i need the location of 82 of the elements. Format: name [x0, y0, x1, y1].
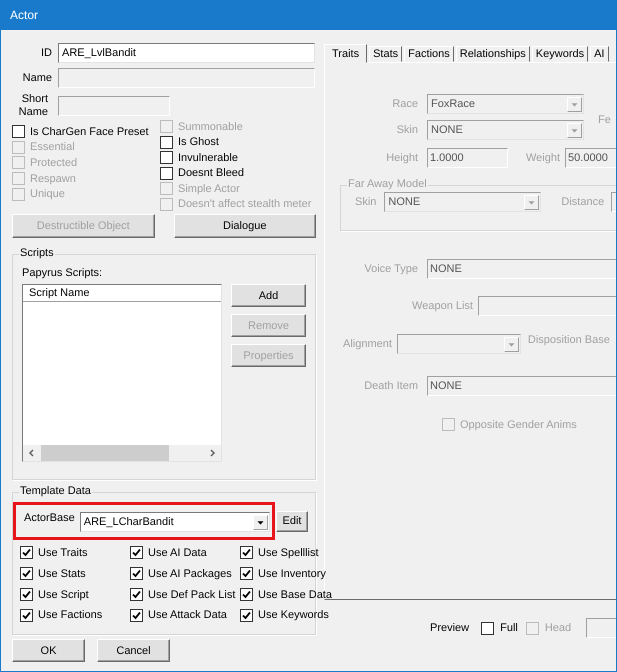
- field-label: Disposition Base: [528, 334, 610, 346]
- checkbox-label: Essential: [30, 141, 75, 154]
- checkbox-label: Invulnerable: [178, 152, 238, 164]
- group-title: Template Data: [19, 485, 92, 497]
- checkbox[interactable]: [240, 588, 253, 602]
- field-label: Voice Type: [363, 263, 418, 275]
- actor-base-dropdown[interactable]: ARE_LCharBandit: [80, 512, 270, 532]
- checkbox-label: Use Stats: [38, 568, 86, 580]
- checkbox[interactable]: [240, 567, 253, 580]
- checkbox-label: Use Traits: [38, 546, 88, 559]
- id-label: ID: [40, 47, 53, 59]
- dialog-button[interactable]: Cancel: [97, 639, 170, 662]
- tab[interactable]: Relationships: [456, 46, 530, 62]
- checkbox-label: Opposite Gender Anims: [460, 418, 577, 431]
- field-label: Distance: [561, 196, 604, 208]
- checkbox[interactable]: [240, 546, 253, 560]
- actor-base-label: ActorBase: [24, 512, 75, 524]
- checkbox-label: Use Attack Data: [148, 609, 227, 622]
- checkbox[interactable]: [160, 166, 173, 180]
- field-label: Race: [391, 98, 418, 110]
- checkbox[interactable]: [12, 125, 25, 138]
- checkbox-label: Use Factions: [38, 609, 102, 622]
- checkbox[interactable]: [20, 567, 33, 580]
- group-title: Far Away Model: [347, 178, 428, 190]
- field-label: Death Item: [363, 380, 418, 392]
- id-field[interactable]: ARE_LvlBandit: [58, 43, 315, 63]
- checkbox[interactable]: [160, 136, 173, 149]
- checkbox[interactable]: [130, 608, 143, 622]
- checkbox-label: Use Def Pack List: [148, 588, 236, 601]
- checkbox-label: Use AI Data: [148, 546, 207, 559]
- checkbox-label: Use Base Data: [258, 588, 332, 601]
- checkbox[interactable]: [160, 151, 173, 164]
- group-title: Scripts: [19, 247, 55, 259]
- field-label: Skin: [396, 124, 418, 136]
- dialog-button[interactable]: OK: [12, 639, 85, 662]
- checkbox-label: Use Script: [38, 588, 89, 601]
- list-label: Papyrus Scripts:: [22, 267, 104, 279]
- horizontal-scrollbar[interactable]: [23, 445, 221, 461]
- checkbox-label: Is Ghost: [178, 136, 219, 148]
- caret-icon[interactable]: [252, 514, 268, 530]
- script-button[interactable]: Add: [231, 284, 306, 307]
- tab[interactable]: Keywords: [532, 46, 588, 62]
- tab[interactable]: AI: [590, 46, 608, 62]
- name-label: Name: [22, 72, 53, 84]
- short-name-label: Short Name: [18, 93, 49, 119]
- checkbox[interactable]: [130, 546, 143, 560]
- checkbox-label: Protected: [30, 156, 78, 169]
- edit-button[interactable]: Edit: [276, 510, 308, 532]
- checkbox[interactable]: [240, 608, 253, 622]
- tab[interactable]: Factions: [404, 46, 454, 62]
- tab[interactable]: Stats: [369, 46, 402, 62]
- checkbox[interactable]: [130, 588, 143, 602]
- checkbox-label: Use AI Packages: [148, 568, 232, 580]
- field-label: Weight: [526, 152, 560, 164]
- tab[interactable]: Traits: [324, 44, 368, 63]
- checkbox-label: Full: [500, 622, 518, 634]
- action-button[interactable]: Dialogue: [174, 214, 316, 238]
- checkbox[interactable]: [20, 608, 33, 622]
- field-label: Height: [385, 152, 418, 164]
- checkbox[interactable]: [481, 622, 494, 634]
- field-label: Alignment: [343, 338, 392, 350]
- checkbox-label: Use Keywords: [258, 609, 329, 622]
- checkbox-label: Simple Actor: [178, 182, 240, 195]
- checkbox[interactable]: [20, 588, 33, 602]
- column-header[interactable]: Script Name: [23, 285, 221, 302]
- checkbox-label: Use Inventory: [258, 568, 326, 580]
- checkbox-label: Doesn't affect stealth meter: [178, 198, 312, 210]
- checkbox-label: Respawn: [30, 172, 76, 185]
- window-title: Actor: [10, 8, 38, 22]
- field-label: Fe: [598, 114, 611, 126]
- field-label: Weapon List: [411, 300, 473, 312]
- checkbox[interactable]: [130, 567, 143, 580]
- preview-label: Preview: [430, 622, 470, 634]
- checkbox-label: Use Spelllist: [258, 546, 319, 559]
- checkbox-label: Head: [544, 622, 572, 634]
- checkbox-label: Summonable: [178, 120, 243, 133]
- script-list[interactable]: Script Name: [22, 284, 222, 462]
- checkbox[interactable]: [20, 546, 33, 560]
- checkbox-label: Unique: [30, 188, 65, 200]
- field-label: Skin: [355, 196, 376, 208]
- checkbox-label: Is CharGen Face Preset: [30, 126, 149, 138]
- checkbox-label: Doesnt Bleed: [178, 167, 244, 180]
